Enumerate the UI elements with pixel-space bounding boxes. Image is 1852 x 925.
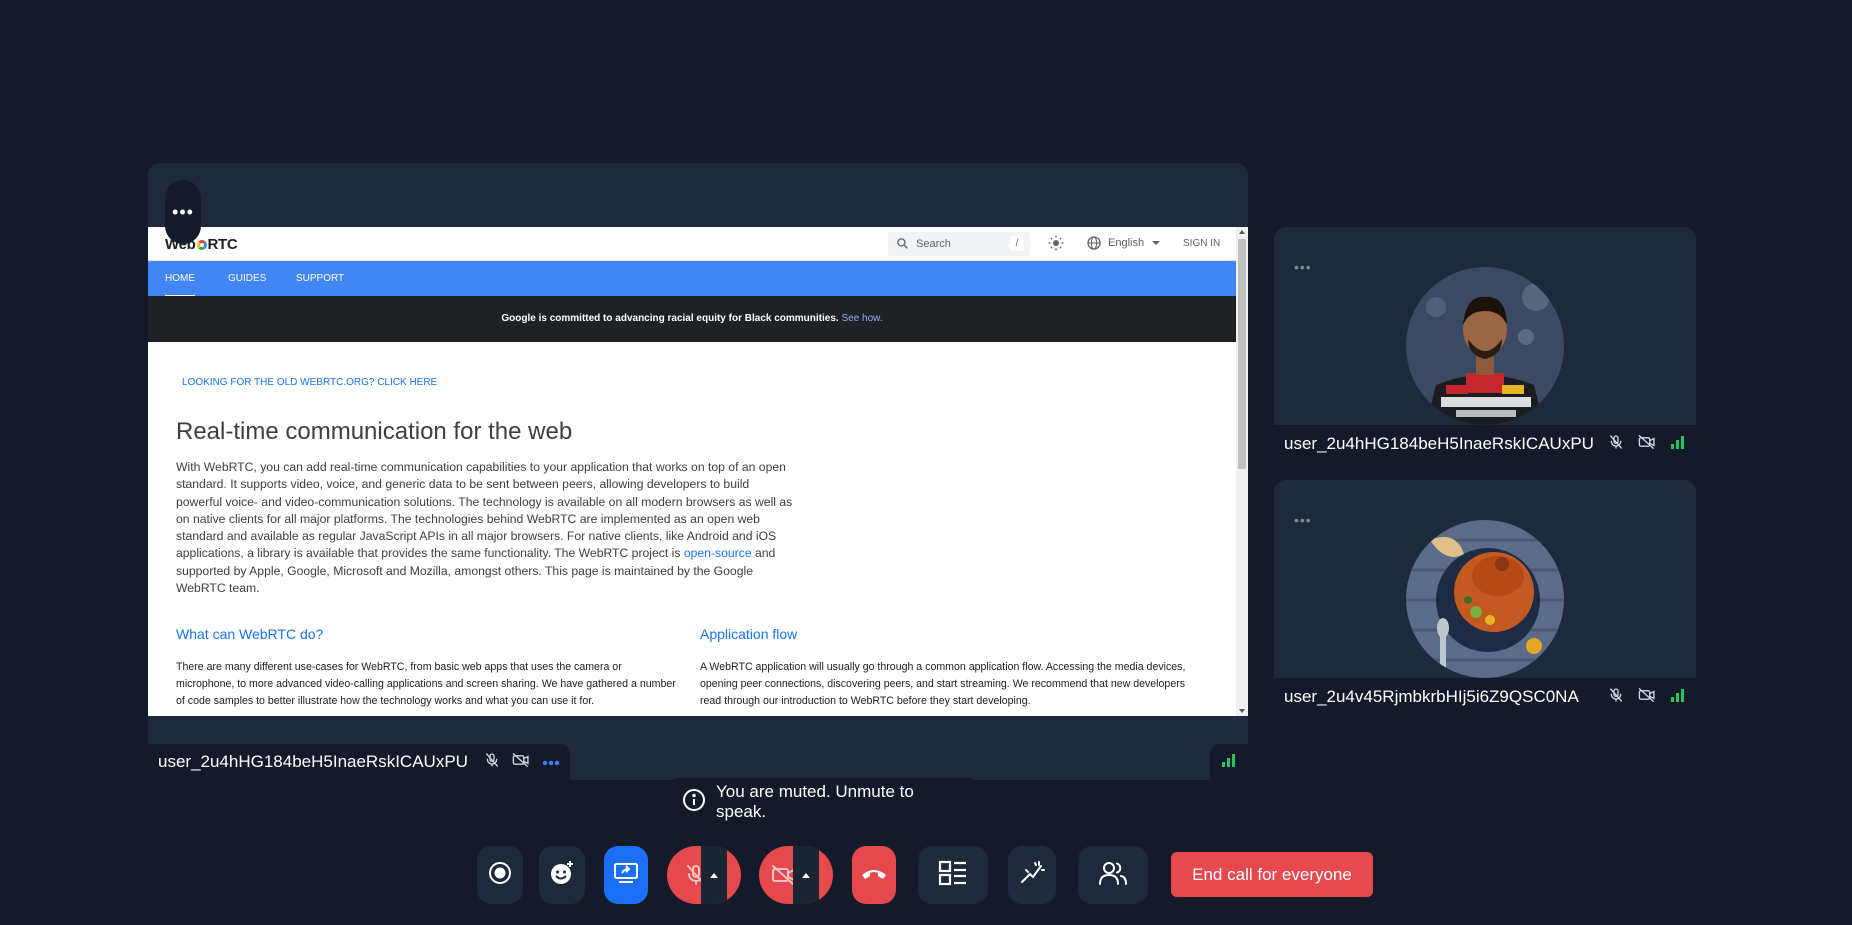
more-dots-icon[interactable]: ••• (1294, 512, 1312, 528)
mic-off-icon (1608, 687, 1624, 708)
language-label: English (1108, 237, 1145, 249)
layout-button[interactable] (918, 846, 988, 904)
camera-options-button[interactable] (793, 846, 819, 904)
participant-tile[interactable]: ••• user_2u4hHG184beH5InaeRskICAUxPU (1274, 227, 1696, 463)
camera-off-icon (1638, 434, 1656, 455)
participant-name: user_2u4v45RjmbkrbHIj5i6Z9QSC0NA (1284, 687, 1579, 706)
participant-tile[interactable]: ••• user_2u4v45RjmbkrbHIj5i6Z9QSC0NA (1274, 480, 1696, 716)
more-dots-icon[interactable]: ••• (1294, 259, 1312, 275)
magic-wand-icon (1019, 860, 1045, 891)
tab-guides[interactable]: GUIDES (228, 273, 266, 284)
signal-icon (1670, 688, 1686, 707)
tab-support[interactable]: SUPPORT (296, 273, 344, 284)
chevron-down-icon (1152, 241, 1160, 245)
participant-options-icon[interactable] (542, 753, 560, 771)
microphone-toggle[interactable] (667, 846, 741, 904)
main-signal-indicator (1210, 744, 1248, 780)
webrtc-logo-icon (196, 240, 207, 250)
participant-name: user_2u4hHG184beH5InaeRskICAUxPU (158, 752, 468, 771)
camera-toggle[interactable] (759, 846, 833, 904)
signal-icon (1221, 753, 1237, 772)
muted-toast: You are muted. Unmute to speak. (668, 778, 978, 826)
scroll-up-icon[interactable] (1239, 230, 1245, 234)
search-icon (896, 237, 909, 253)
reactions-button[interactable] (539, 846, 585, 904)
participant-name: user_2u4hHG184beH5InaeRskICAUxPU (1284, 434, 1594, 453)
users-icon (1098, 860, 1128, 891)
emoji-plus-icon (549, 860, 575, 891)
search-input[interactable]: Search / (888, 232, 1030, 256)
mic-options-button[interactable] (701, 846, 727, 904)
open-source-link[interactable]: open-source (684, 546, 752, 560)
more-dots-icon: ••• (172, 201, 194, 222)
leave-call-button[interactable] (852, 846, 896, 904)
participant-name-bar: user_2u4v45RjmbkrbHIj5i6Z9QSC0NA (1274, 678, 1696, 716)
info-icon (682, 788, 706, 817)
section-text-what-can: There are many different use-cases for W… (176, 661, 676, 707)
scrollbar-thumb[interactable] (1238, 239, 1246, 469)
search-shortcut-key: / (1010, 236, 1024, 251)
record-button[interactable] (477, 846, 523, 904)
layout-list-icon (938, 860, 968, 891)
food-photo-avatar (1406, 520, 1564, 678)
logo-text-right: RTC (207, 236, 238, 253)
effects-button[interactable] (1008, 846, 1056, 904)
chevron-up-icon (802, 872, 810, 878)
sign-in-link[interactable]: SIGN IN (1183, 238, 1220, 249)
participant-name-bar: user_2u4hHG184beH5InaeRskICAUxPU (1274, 425, 1696, 463)
banner-text: Google is committed to advancing racial … (501, 313, 839, 324)
webrtc-nav: HOME GUIDES SUPPORT (148, 261, 1236, 297)
mic-off-icon (1608, 434, 1624, 455)
banner-link[interactable]: See how. (841, 313, 882, 324)
tab-home[interactable]: HOME (165, 273, 195, 297)
main-tile-name-bar: user_2u4hHG184beH5InaeRskICAUxPU (148, 744, 570, 780)
end-call-for-everyone-button[interactable]: End call for everyone (1171, 852, 1373, 897)
phone-hangup-icon (860, 866, 888, 885)
camera-off-icon (1638, 687, 1656, 708)
theme-toggle-icon[interactable] (1048, 235, 1064, 256)
person-photo-avatar (1406, 267, 1564, 425)
page-title: Real-time communication for the web (176, 418, 573, 445)
webrtc-content: LOOKING FOR THE OLD WEBRTC.ORG? CLICK HE… (148, 342, 1236, 716)
end-call-label: End call for everyone (1192, 864, 1352, 884)
record-icon (488, 861, 512, 890)
screen-share-icon (613, 862, 639, 889)
section-text-app-flow: A WebRTC application will usually go thr… (700, 661, 1186, 707)
webrtc-header: Web RTC Search / English SIGN IN (148, 227, 1236, 261)
globe-icon (1086, 235, 1102, 254)
old-site-link[interactable]: LOOKING FOR THE OLD WEBRTC.ORG? CLICK HE… (182, 377, 437, 388)
toast-text: You are muted. Unmute to speak. (716, 782, 914, 821)
intro-paragraph: With WebRTC, you can add real-time commu… (176, 459, 796, 597)
section-title-what-can[interactable]: What can WebRTC do? (176, 626, 323, 642)
scroll-down-icon[interactable] (1239, 709, 1245, 713)
section-title-app-flow[interactable]: Application flow (700, 626, 797, 642)
announcement-banner: Google is committed to advancing racial … (148, 296, 1236, 342)
chevron-up-icon (710, 872, 718, 878)
tile-menu-button[interactable]: ••• (165, 180, 201, 244)
page-scrollbar[interactable] (1236, 227, 1248, 716)
camera-off-icon (512, 752, 530, 773)
shared-screen: Web RTC Search / English SIGN IN HOME GUI… (148, 227, 1248, 716)
search-placeholder: Search (916, 238, 951, 250)
mic-off-icon (484, 752, 500, 773)
participants-button[interactable] (1078, 846, 1148, 904)
share-screen-button[interactable] (604, 846, 648, 904)
signal-icon (1670, 435, 1686, 454)
